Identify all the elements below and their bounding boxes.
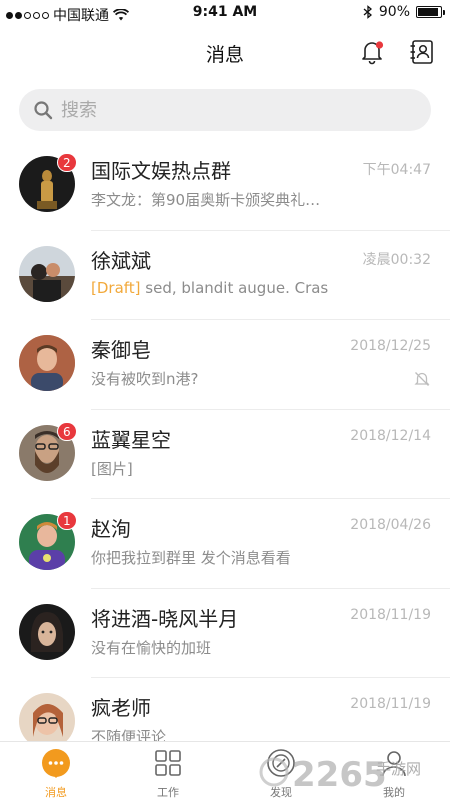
preview-text: sed, blandit augue. Cras <box>140 278 329 297</box>
tab-label: 消息 <box>45 786 67 799</box>
conversation-preview: 没有在愉快的加班 <box>91 637 211 658</box>
search-bar[interactable] <box>19 89 431 131</box>
avatar <box>19 603 75 660</box>
status-bar: 中国联通 9:41 AM 90% <box>0 0 450 26</box>
contacts-card-icon[interactable] <box>408 38 436 66</box>
conversation-preview: [Draft] sed, blandit augue. Cras <box>91 279 328 297</box>
conversation-name: 秦御皂 <box>91 338 151 362</box>
grid-icon <box>155 750 181 776</box>
conversation-item[interactable]: 将进酒-晓风半月 2018/11/19 没有在愉快的加班 <box>0 589 450 678</box>
tab-label: 工作 <box>157 786 179 799</box>
conversation-name: 国际文娱热点群 <box>91 159 231 183</box>
conversation-item[interactable]: 徐斌斌 凌晨00:32 [Draft] sed, blandit augue. … <box>0 231 450 320</box>
conversation-item[interactable]: 6 蓝翼星空 2018/12/14 [图片] <box>0 410 450 499</box>
search-input[interactable] <box>61 99 401 121</box>
conversation-item[interactable]: 秦御皂 2018/12/25 没有被吹到n港? <box>0 320 450 410</box>
conversation-name: 徐斌斌 <box>91 248 151 273</box>
preview-text: 你把我拉到群里 发个消息看看 <box>91 549 291 567</box>
conversation-time: 2018/11/19 <box>350 696 431 712</box>
tab-messages[interactable]: 消息 <box>0 742 112 800</box>
conversation-time: 2018/12/25 <box>350 338 431 354</box>
preview-text: [图片] <box>91 459 133 478</box>
status-bar-right: 90% <box>363 4 445 20</box>
muted-bell-icon <box>414 372 430 386</box>
conversation-item[interactable]: 1 赵洵 2018/04/26 你把我拉到群里 发个消息看看 <box>0 499 450 589</box>
watermark-site: 手游网 <box>376 760 421 778</box>
unread-badge: 6 <box>57 421 77 441</box>
conversation-time: 2018/12/14 <box>350 427 431 444</box>
conversation-name: 疯老师 <box>91 696 151 720</box>
conversation-preview: 没有被吹到n港? <box>91 368 198 389</box>
notification-bell-icon[interactable] <box>358 38 386 66</box>
avatar <box>19 335 75 391</box>
chat-bubble-icon <box>42 749 70 778</box>
conversation-preview: [图片] <box>91 458 133 479</box>
conversation-name: 蓝翼星空 <box>91 427 171 452</box>
conversation-time: 2018/04/26 <box>350 517 431 533</box>
unread-badge: 2 <box>57 153 77 172</box>
bluetooth-icon <box>363 5 372 19</box>
site-watermark: 2265 手游网 <box>259 755 421 795</box>
conversation-list: 2 国际文娱热点群 下午04:47 李文龙：第90届奥斯卡颁奖典礼… 徐斌斌 凌… <box>0 141 450 768</box>
avatar <box>19 245 75 302</box>
unread-badge: 1 <box>57 511 77 530</box>
conversation-preview: 李文龙：第90届奥斯卡颁奖典礼… <box>91 189 320 210</box>
conversation-time: 2018/11/19 <box>350 606 431 623</box>
conversation-name: 赵洵 <box>91 517 131 541</box>
draft-tag: [Draft] <box>91 278 141 297</box>
watermark-brand: 2265 <box>292 755 387 795</box>
preview-text: 没有在愉快的加班 <box>91 638 212 657</box>
battery-percent: 90% <box>378 4 410 20</box>
preview-text: 没有被吹到n港? <box>91 370 199 388</box>
battery-icon <box>416 6 445 18</box>
conversation-time: 下午04:47 <box>362 162 431 178</box>
conversation-time: 凌晨00:32 <box>362 251 431 268</box>
conversation-preview: 你把我拉到群里 发个消息看看 <box>91 547 291 568</box>
preview-text: 李文龙：第90届奥斯卡颁奖典礼… <box>91 191 321 209</box>
conversation-item[interactable]: 2 国际文娱热点群 下午04:47 李文龙：第90届奥斯卡颁奖典礼… <box>0 141 450 231</box>
search-icon <box>34 101 53 120</box>
navigation-bar: 消息 <box>0 26 450 80</box>
tab-work[interactable]: 工作 <box>112 742 224 800</box>
conversation-name: 将进酒-晓风半月 <box>91 606 239 631</box>
